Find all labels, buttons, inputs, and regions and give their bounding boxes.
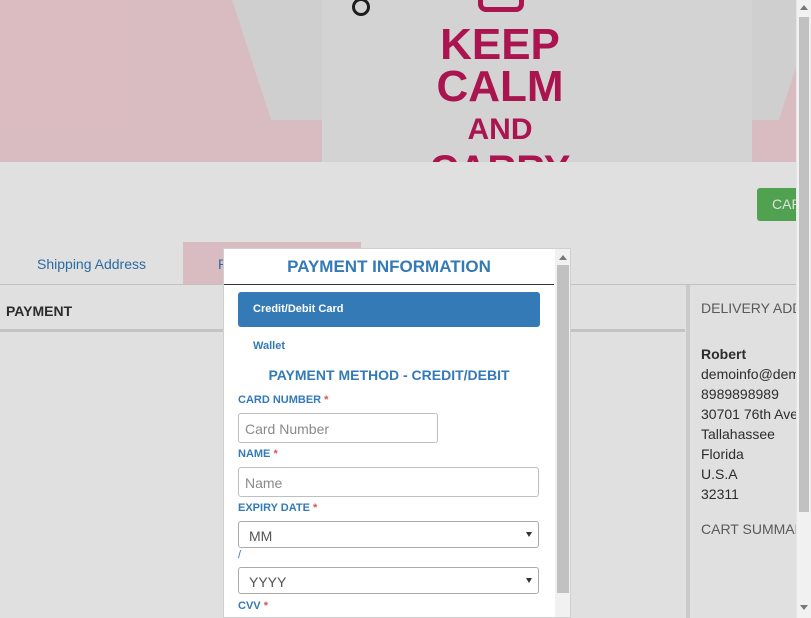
card-number-label-text: CARD NUMBER: [238, 394, 322, 406]
name-input[interactable]: Name: [238, 467, 539, 497]
scroll-down-arrow-icon[interactable]: [800, 605, 808, 610]
required-marker: *: [313, 502, 318, 514]
payment-method-wallet[interactable]: Wallet: [253, 340, 285, 352]
page-scrollbar[interactable]: [796, 0, 811, 618]
expiry-year-select[interactable]: YYYY: [238, 567, 539, 594]
required-marker: *: [263, 600, 268, 612]
modal-title: PAYMENT INFORMATION: [224, 249, 554, 285]
page-scrollbar-thumb[interactable]: [799, 17, 809, 512]
expiry-separator: /: [238, 549, 242, 561]
modal-scroll-up-arrow-icon[interactable]: [559, 255, 567, 260]
payment-modal: PAYMENT INFORMATION Credit/Debit Card Wa…: [223, 248, 571, 618]
modal-scrollbar-thumb[interactable]: [557, 265, 569, 593]
scroll-up-arrow-icon[interactable]: [800, 5, 808, 10]
modal-scrollbar[interactable]: [555, 249, 570, 617]
cvv-label: CVV *: [238, 600, 268, 612]
cvv-label-text: CVV: [238, 600, 261, 612]
required-marker: *: [324, 394, 329, 406]
expiry-year-value: YYYY: [249, 574, 287, 590]
chevron-down-icon: [526, 578, 532, 583]
expiry-date-label: EXPIRY DATE *: [238, 502, 317, 514]
payment-method-heading: PAYMENT METHOD - CREDIT/DEBIT: [268, 367, 510, 383]
required-marker: *: [273, 448, 278, 460]
chevron-down-icon: [526, 532, 532, 537]
expiry-month-select[interactable]: MM: [238, 521, 539, 548]
payment-method-credit-debit[interactable]: Credit/Debit Card: [238, 292, 540, 327]
name-label-text: NAME: [238, 448, 271, 460]
name-label: NAME *: [238, 448, 278, 460]
card-number-label: CARD NUMBER *: [238, 394, 328, 406]
expiry-date-label-text: EXPIRY DATE: [238, 502, 310, 514]
expiry-month-value: MM: [249, 528, 273, 544]
card-number-input[interactable]: Card Number: [238, 413, 438, 443]
